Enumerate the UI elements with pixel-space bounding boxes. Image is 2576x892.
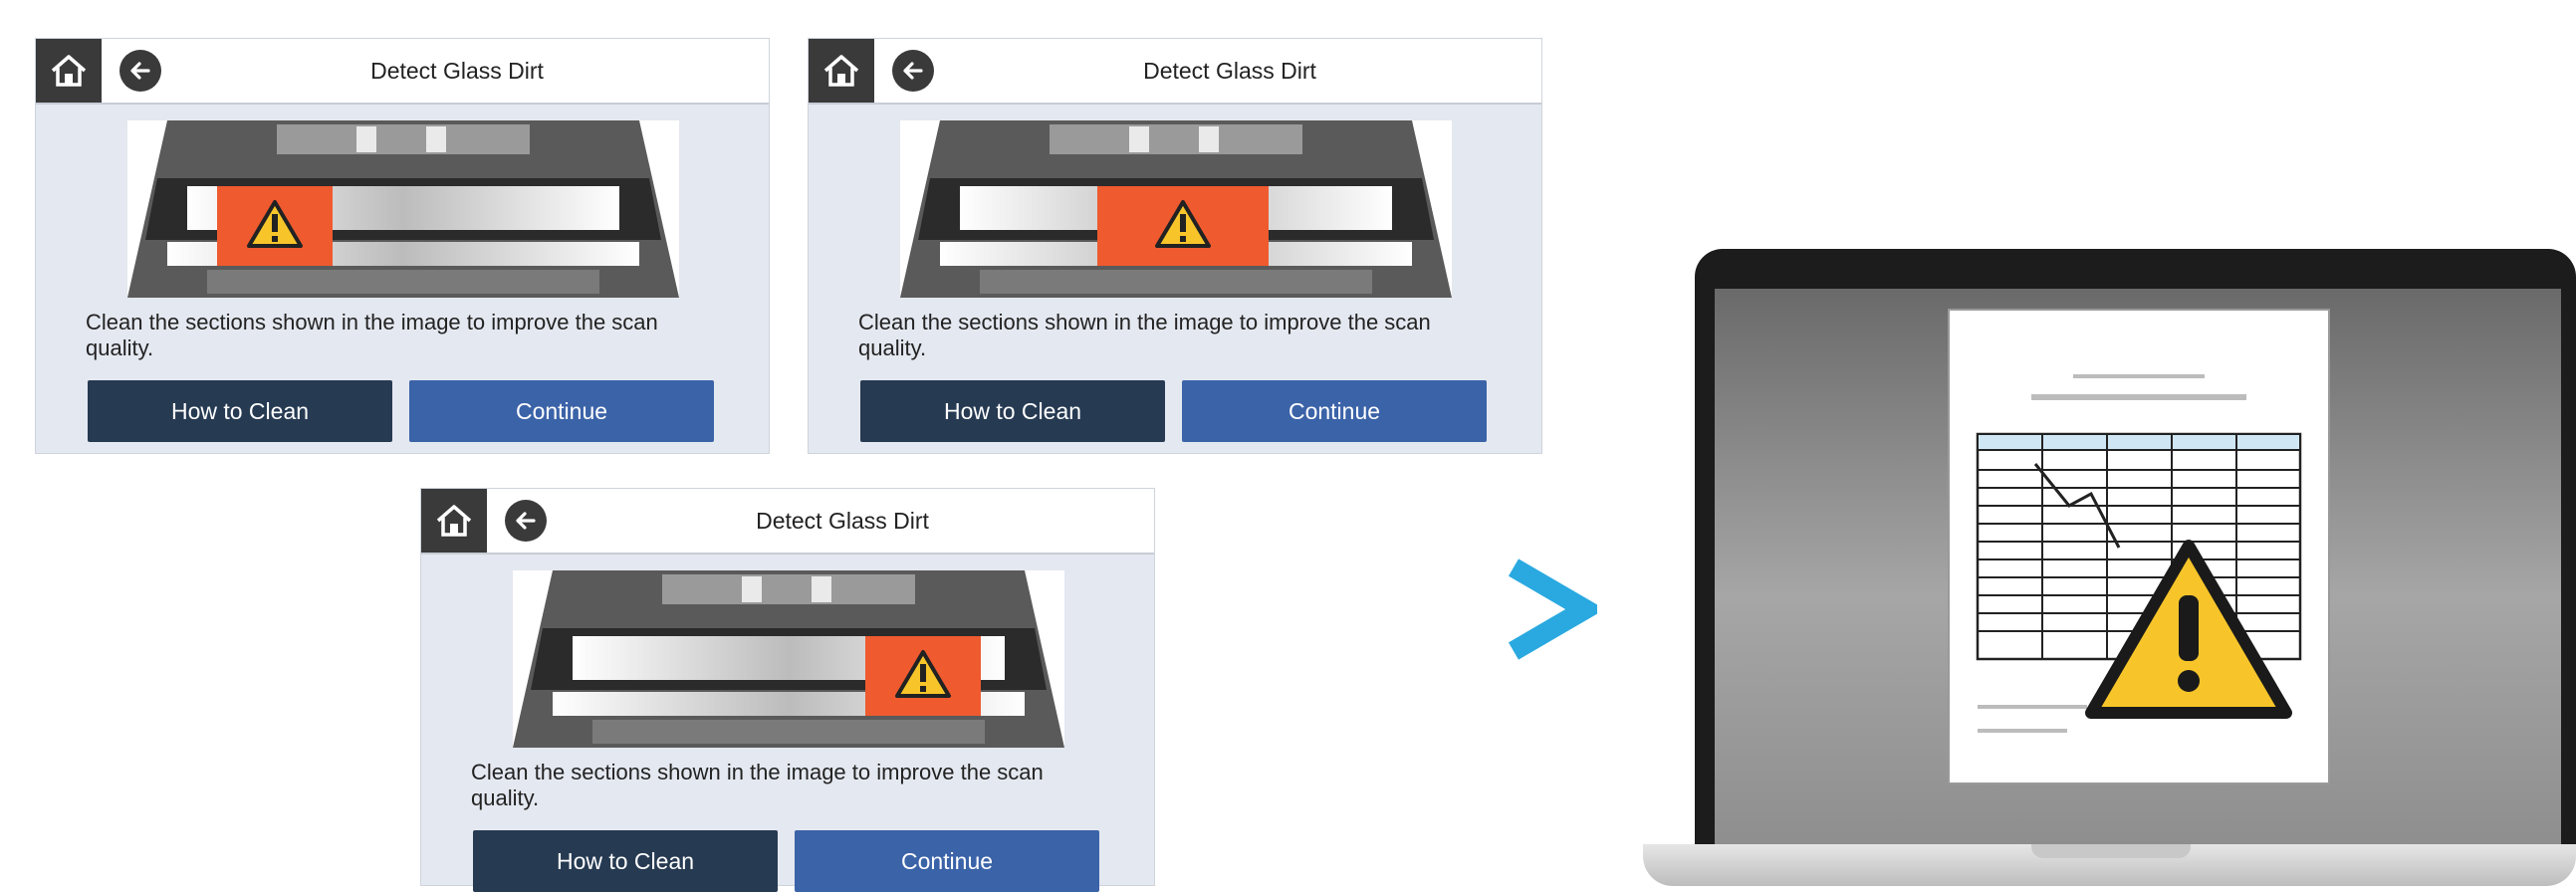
header-bar: Detect Glass Dirt — [809, 39, 1541, 105]
back-arrow-icon — [903, 62, 923, 80]
instruction-text: Clean the sections shown in the image to… — [858, 310, 1431, 360]
detect-glass-dirt-panel-2: Detect Glass Dirt Clean the sections sho… — [808, 38, 1542, 454]
scanner-illustration — [513, 570, 1064, 748]
continue-button[interactable]: Continue — [409, 380, 714, 442]
scanner-glass-image — [127, 120, 679, 298]
back-arrow-icon — [516, 512, 536, 530]
header-bar: Detect Glass Dirt — [36, 39, 769, 105]
scanner-glass-image — [900, 120, 1452, 298]
laptop-notch — [2031, 844, 2191, 858]
home-icon — [436, 505, 472, 537]
page-title: Detect Glass Dirt — [1143, 58, 1316, 84]
scanner-glass-image — [513, 570, 1064, 748]
continue-button[interactable]: Continue — [1182, 380, 1487, 442]
scanned-document — [1948, 309, 2330, 784]
continue-button[interactable]: Continue — [795, 830, 1099, 892]
how-to-clean-button[interactable]: How to Clean — [88, 380, 392, 442]
back-button[interactable] — [505, 500, 547, 542]
chevron-right-icon — [1508, 558, 1597, 660]
page-title: Detect Glass Dirt — [370, 58, 544, 84]
detect-glass-dirt-panel-1: Detect Glass Dirt Clean the sections sho… — [35, 38, 770, 454]
detect-glass-dirt-panel-3: Detect Glass Dirt Clean the sections sho… — [420, 488, 1155, 892]
home-button[interactable] — [36, 39, 102, 103]
scanner-illustration — [900, 120, 1452, 298]
scanner-illustration — [127, 120, 679, 298]
home-icon — [51, 55, 87, 87]
instruction-text: Clean the sections shown in the image to… — [86, 310, 658, 360]
header-bar: Detect Glass Dirt — [421, 489, 1154, 555]
back-arrow-icon — [130, 62, 150, 80]
how-to-clean-button[interactable]: How to Clean — [473, 830, 778, 892]
how-to-clean-button[interactable]: How to Clean — [860, 380, 1165, 442]
back-button[interactable] — [892, 50, 934, 92]
document-illustration — [1976, 374, 2302, 733]
home-button[interactable] — [421, 489, 487, 553]
page-title: Detect Glass Dirt — [756, 508, 929, 534]
home-button[interactable] — [809, 39, 874, 103]
home-icon — [823, 55, 859, 87]
back-button[interactable] — [119, 50, 161, 92]
instruction-text: Clean the sections shown in the image to… — [471, 760, 1044, 810]
